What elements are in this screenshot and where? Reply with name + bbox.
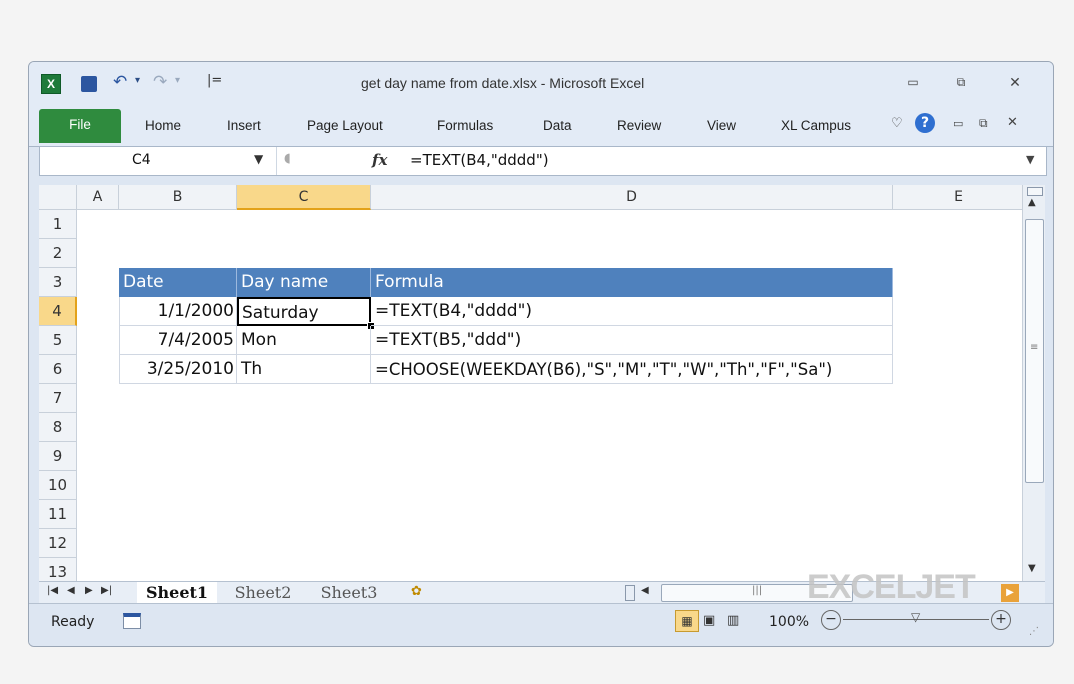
sheet-tab-sheet3[interactable]: Sheet3: [309, 582, 389, 604]
row-header-4[interactable]: 4: [39, 297, 77, 326]
scroll-thumb[interactable]: ≡: [1025, 219, 1044, 483]
row-header-7[interactable]: 7: [39, 384, 77, 413]
scroll-left-icon[interactable]: ◀: [641, 585, 649, 596]
column-header-d[interactable]: D: [371, 185, 893, 210]
cell-d5[interactable]: =TEXT(B5,"ddd"): [371, 326, 893, 355]
cell-b6[interactable]: 3/25/2010: [119, 355, 237, 384]
sheet-tab-sheet1[interactable]: Sheet1: [137, 582, 217, 604]
formula-bar-divider: ◖: [284, 151, 291, 166]
excel-window: X ↶ ▾ ↷ ▾ |= get day name from date.xlsx…: [28, 61, 1054, 647]
redo-icon[interactable]: ↷: [153, 72, 167, 92]
workbook-restore-icon[interactable]: ⧉: [979, 116, 988, 131]
status-bar: Ready ▦ ▣ ▥ 100% − ▽ + ⋰: [29, 603, 1053, 646]
row-header-3[interactable]: 3: [39, 268, 77, 297]
row-header-13[interactable]: 13: [39, 558, 77, 581]
cell-d6[interactable]: =CHOOSE(WEEKDAY(B6),"S","M","T","W","Th"…: [371, 355, 893, 384]
row-header-9[interactable]: 9: [39, 442, 77, 471]
prev-sheet-icon[interactable]: ◀: [67, 585, 75, 596]
macro-record-icon[interactable]: [123, 613, 141, 629]
undo-icon[interactable]: ↶: [113, 72, 127, 92]
tab-home[interactable]: Home: [145, 118, 181, 133]
restore-button[interactable]: ⧉: [949, 75, 973, 93]
name-box-value: C4: [132, 152, 151, 168]
redo-dropdown-icon[interactable]: ▾: [175, 75, 180, 86]
expand-formula-bar-icon[interactable]: ▼: [1026, 153, 1034, 166]
row-header-11[interactable]: 11: [39, 500, 77, 529]
watermark-logo: EXCELJET: [807, 568, 976, 606]
workbook-close-icon[interactable]: ✕: [1007, 115, 1018, 130]
row-header-12[interactable]: 12: [39, 529, 77, 558]
name-box-dropdown-icon[interactable]: ▼: [254, 152, 263, 166]
table-header-date[interactable]: Date: [119, 268, 237, 297]
resize-grip-icon[interactable]: ⋰: [1029, 626, 1039, 637]
scroll-up-icon[interactable]: ▲: [1028, 197, 1036, 208]
cell-b4[interactable]: 1/1/2000: [119, 297, 237, 326]
vertical-scrollbar[interactable]: ▲ ≡ ▼: [1022, 185, 1045, 581]
formula-bar: C4 ▼ ◖ fx =TEXT(B4,"dddd") ▼: [39, 146, 1047, 176]
name-box[interactable]: C4 ▼: [40, 147, 277, 175]
tab-data[interactable]: Data: [543, 118, 572, 133]
scroll-down-icon[interactable]: ▼: [1028, 563, 1036, 574]
tab-file[interactable]: File: [39, 109, 121, 143]
row-header-2[interactable]: 2: [39, 239, 77, 268]
cell-b5[interactable]: 7/4/2005: [119, 326, 237, 355]
tab-insert[interactable]: Insert: [227, 118, 261, 133]
row-header-10[interactable]: 10: [39, 471, 77, 500]
sheet-tab-sheet2[interactable]: Sheet2: [223, 582, 303, 604]
minimize-button[interactable]: ▭: [901, 75, 925, 93]
window-title: get day name from date.xlsx - Microsoft …: [361, 75, 645, 91]
column-header-e[interactable]: E: [893, 185, 1025, 210]
cell-c4[interactable]: Saturday: [237, 297, 371, 326]
row-header-5[interactable]: 5: [39, 326, 77, 355]
worksheet-grid[interactable]: A B C D E 1 2 3 4 5 6 7 8 9 10 11 12 13 …: [39, 185, 1045, 581]
column-header-a[interactable]: A: [77, 185, 119, 210]
next-sheet-icon[interactable]: ▶: [85, 585, 93, 596]
cell-c5[interactable]: Mon: [237, 326, 371, 355]
scroll-grip-icon: ≡: [1030, 342, 1039, 353]
customize-qat-icon[interactable]: |=: [207, 73, 222, 88]
column-header-c[interactable]: C: [237, 185, 371, 210]
zoom-slider-thumb[interactable]: ▽: [911, 610, 920, 624]
normal-view-icon[interactable]: ▦: [675, 610, 699, 632]
table-header-day-name[interactable]: Day name: [237, 268, 371, 297]
close-button[interactable]: ✕: [1003, 75, 1027, 93]
cell-d4[interactable]: =TEXT(B4,"dddd"): [371, 297, 893, 326]
help-icon[interactable]: ?: [915, 113, 935, 133]
workbook-minimize-icon[interactable]: ▭: [953, 117, 963, 130]
excel-app-icon[interactable]: X: [41, 74, 61, 94]
status-ready: Ready: [51, 614, 95, 630]
minimize-ribbon-icon[interactable]: ♡: [891, 116, 903, 131]
sheet-tab-bar: |◀ ◀ ▶ ▶| Sheet1 Sheet2 Sheet3 ✿ ◀ ||| E…: [39, 568, 1045, 606]
last-sheet-icon[interactable]: ▶|: [101, 585, 112, 596]
select-all-corner[interactable]: [39, 185, 77, 210]
split-box[interactable]: [1027, 187, 1043, 196]
column-header-b[interactable]: B: [119, 185, 237, 210]
tab-page-layout[interactable]: Page Layout: [307, 118, 383, 133]
page-layout-view-icon[interactable]: ▣: [703, 613, 715, 628]
tab-view[interactable]: View: [707, 118, 736, 133]
hscroll-grip-icon: |||: [752, 585, 763, 596]
tab-formulas[interactable]: Formulas: [437, 118, 493, 133]
table-header-formula[interactable]: Formula: [371, 268, 893, 297]
zoom-in-button[interactable]: +: [991, 610, 1011, 630]
hscroll-split-icon[interactable]: [625, 585, 635, 601]
cell-c6[interactable]: Th: [237, 355, 371, 384]
first-sheet-icon[interactable]: |◀: [47, 585, 58, 596]
page-break-view-icon[interactable]: ▥: [727, 613, 739, 628]
title-bar: X ↶ ▾ ↷ ▾ |= get day name from date.xlsx…: [29, 62, 1053, 106]
ribbon-tabs: File Home Insert Page Layout Formulas Da…: [29, 106, 1053, 147]
row-header-1[interactable]: 1: [39, 210, 77, 239]
save-icon[interactable]: [81, 76, 97, 92]
zoom-out-button[interactable]: −: [821, 610, 841, 630]
tab-xl-campus[interactable]: XL Campus: [781, 118, 851, 133]
row-header-8[interactable]: 8: [39, 413, 77, 442]
row-header-6[interactable]: 6: [39, 355, 77, 384]
scroll-right-icon[interactable]: ▶: [1001, 584, 1019, 602]
zoom-level[interactable]: 100%: [769, 614, 809, 630]
tab-review[interactable]: Review: [617, 118, 661, 133]
insert-sheet-icon[interactable]: ✿: [411, 584, 422, 599]
fx-icon[interactable]: fx: [372, 151, 387, 169]
formula-input[interactable]: =TEXT(B4,"dddd"): [410, 151, 549, 169]
undo-dropdown-icon[interactable]: ▾: [135, 75, 140, 86]
